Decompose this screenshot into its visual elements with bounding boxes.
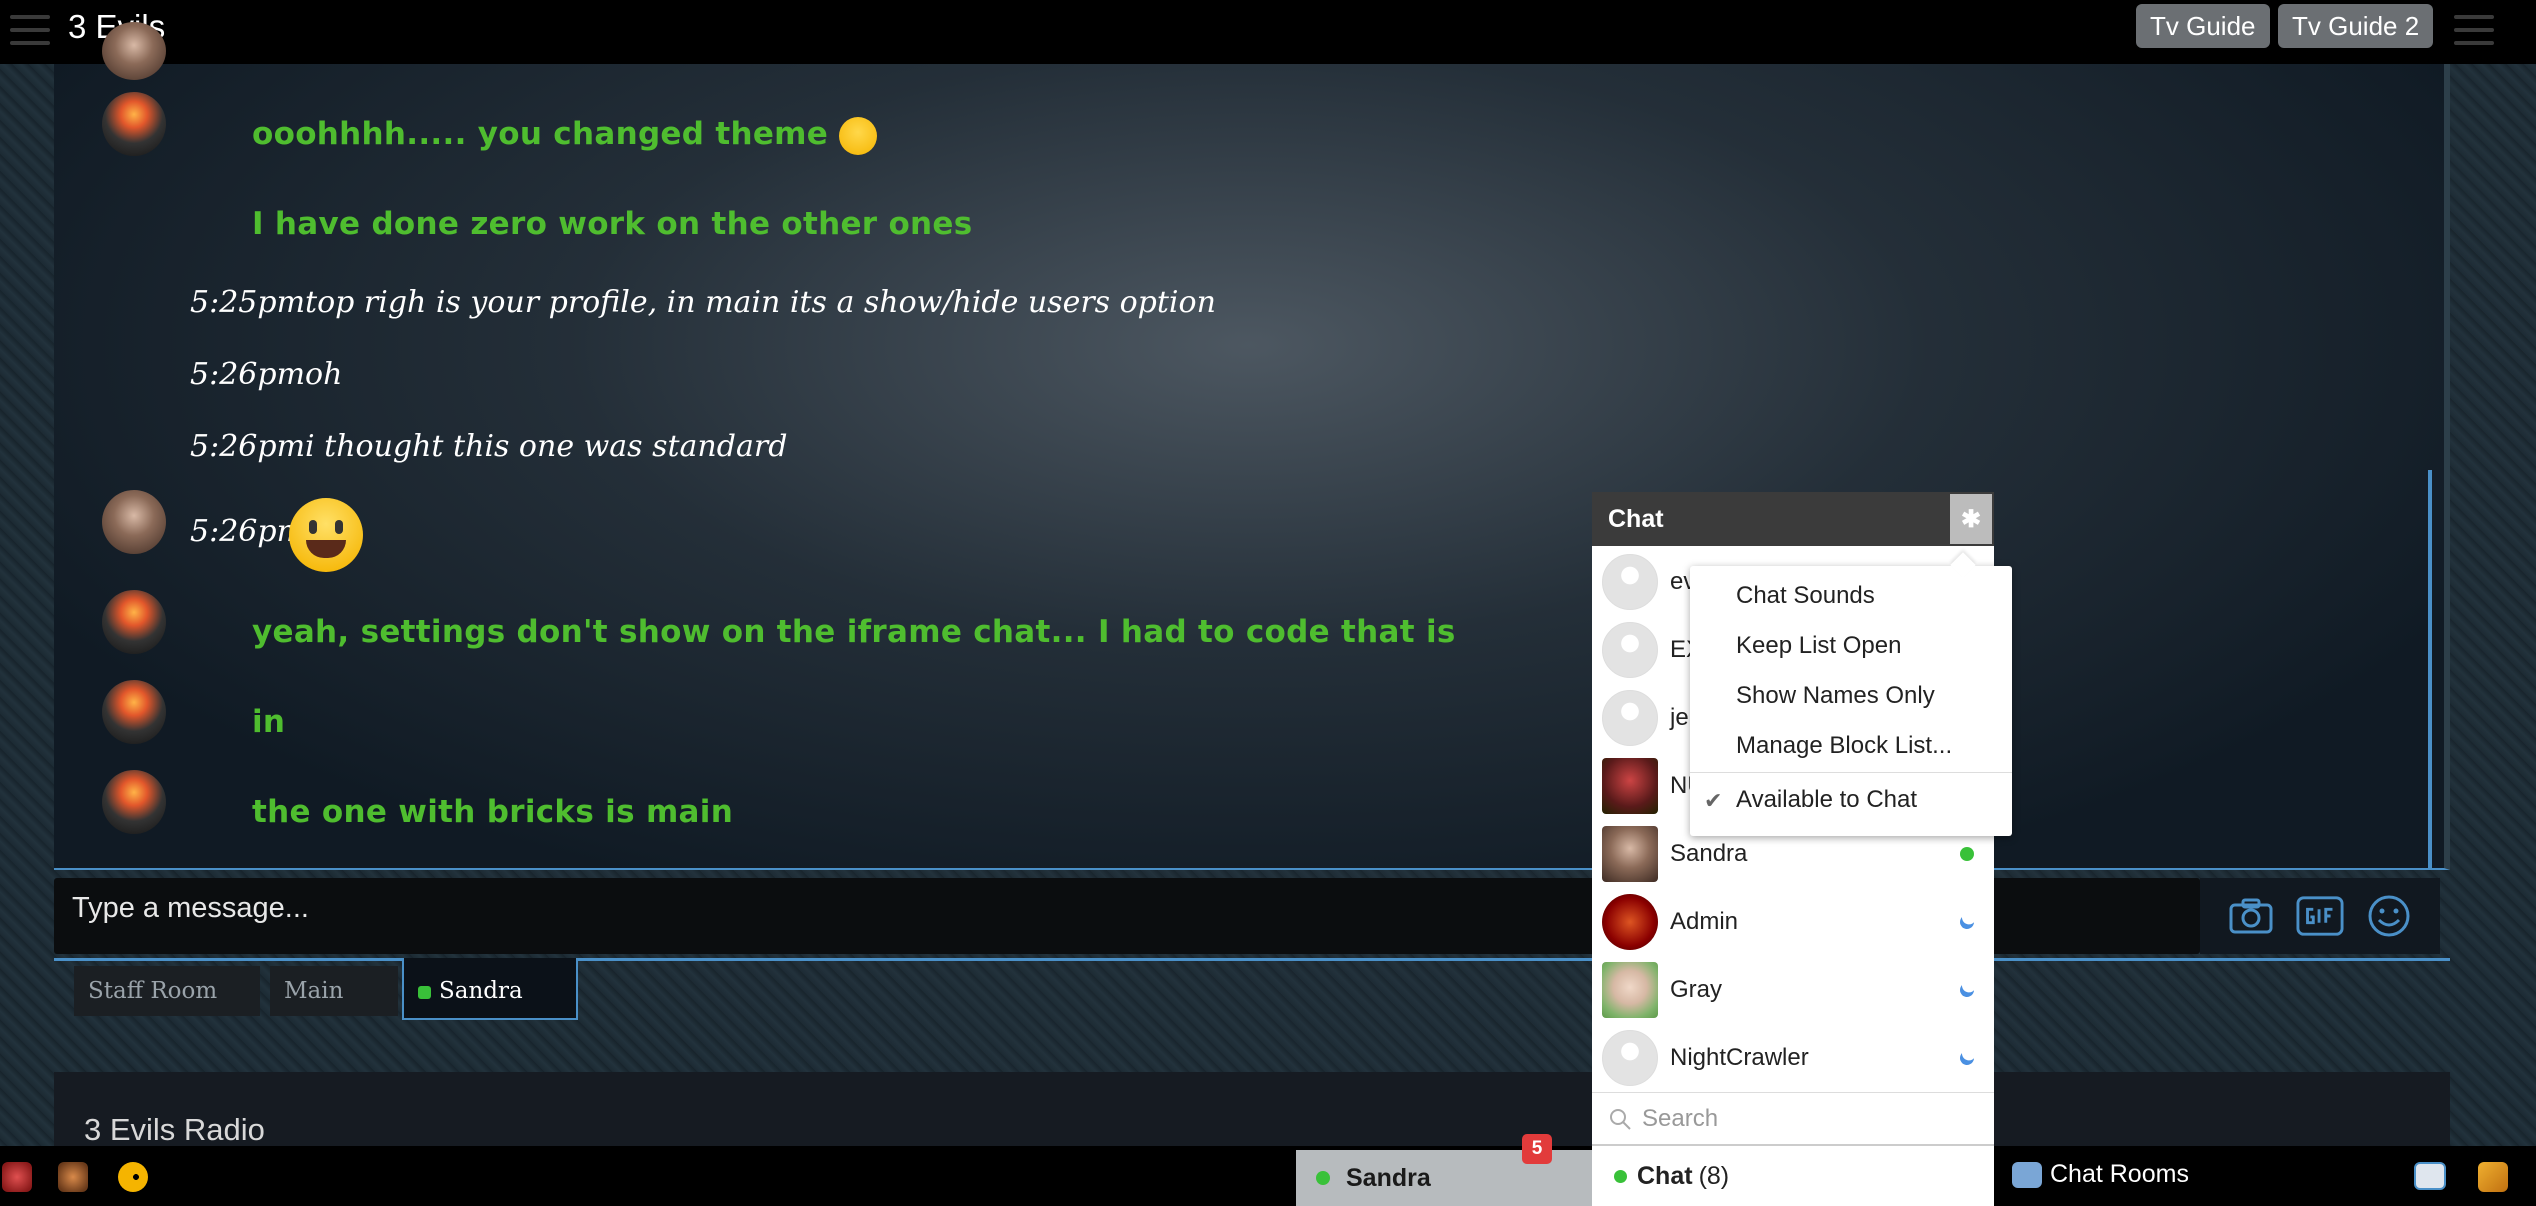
radio-panel: 3 Evils Radio [54, 1072, 2450, 1147]
away-moon-icon [1957, 1048, 1976, 1067]
contact-item[interactable]: NightCrawler [1592, 1024, 1994, 1092]
app-icon[interactable] [2, 1162, 32, 1192]
unread-badge: 5 [1522, 1134, 1552, 1164]
tab-sandra[interactable]: Sandra [402, 958, 578, 1020]
laughing-emoji-icon [839, 116, 878, 155]
avatar [1602, 894, 1658, 950]
contact-search [1592, 1092, 1994, 1144]
chat-message: in [252, 704, 286, 740]
user-avatar[interactable] [102, 92, 166, 156]
scrollbar[interactable] [2428, 470, 2432, 870]
tv-guide-2-button[interactable]: Tv Guide 2 [2278, 4, 2434, 48]
tab-staff-room[interactable]: Staff Room [74, 966, 260, 1016]
online-status-icon [418, 985, 431, 999]
menu-item-keep-list-open[interactable]: Keep List Open [1736, 632, 1901, 660]
user-avatar[interactable] [102, 680, 166, 744]
contact-name: Gray [1670, 976, 1723, 1003]
avatar [1602, 1030, 1658, 1086]
contact-item[interactable]: Gray [1592, 956, 1994, 1024]
chat-rooms-button[interactable]: Chat Rooms [2012, 1160, 2189, 1189]
contact-name: je [1670, 704, 1689, 731]
chat-sidebar-header[interactable]: Chat ✱ [1592, 492, 1994, 546]
user-avatar[interactable] [102, 22, 166, 80]
gif-icon[interactable] [2296, 894, 2344, 938]
smiley-emoji-icon [289, 498, 363, 572]
menu-item-chat-sounds[interactable]: Chat Sounds [1736, 582, 1875, 610]
gear-icon[interactable]: ✱ [1950, 494, 1992, 544]
contact-name: Sandra [1670, 840, 1748, 867]
menu-item-available-to-chat[interactable]: Available to Chat [1736, 786, 1917, 814]
online-status-icon [1614, 1169, 1627, 1183]
chat-bubbles-icon [2012, 1161, 2042, 1188]
away-moon-icon [1957, 912, 1976, 931]
tv-guide-button[interactable]: Tv Guide [2136, 4, 2270, 48]
menu-divider [1690, 772, 2012, 773]
menu-item-show-names-only[interactable]: Show Names Only [1736, 682, 1935, 710]
chat-rooms-label: Chat Rooms [2050, 1160, 2189, 1188]
top-bar: 3 Evils Tv Guide Tv Guide 2 [0, 0, 2536, 64]
tab-main[interactable]: Main [270, 966, 398, 1016]
chat-message: 5:26pm [190, 514, 306, 549]
avatar [1602, 554, 1658, 610]
online-count: (8) [1698, 1161, 1730, 1190]
avatar [1602, 622, 1658, 678]
chat-message: yeah, settings don't show on the iframe … [252, 614, 1456, 650]
user-avatar[interactable] [102, 770, 166, 834]
hammer-icon[interactable] [2478, 1162, 2508, 1192]
emoji-icon[interactable] [2365, 894, 2413, 938]
camera-icon[interactable] [2227, 894, 2275, 938]
online-status-icon [1960, 847, 1974, 861]
pacman-icon[interactable] [118, 1162, 148, 1192]
chat-message: 5:26pmoh [190, 357, 343, 392]
chat-message: 5:25pmtop righ is your profile, in main … [190, 285, 1216, 320]
chat-messages-panel[interactable] [54, 64, 2450, 870]
checkmark-icon: ✔ [1704, 788, 1723, 813]
chat-footer-label: Chat [1637, 1161, 1693, 1190]
chat-message: 5:26pmi thought this one was standard [190, 429, 788, 464]
message-text: ooohhhh..... you changed theme [252, 116, 829, 152]
menu-item-manage-block-list[interactable]: Manage Block List... [1736, 732, 1952, 760]
online-status-icon [1316, 1171, 1330, 1185]
avatar [1602, 690, 1658, 746]
contact-name: NightCrawler [1670, 1044, 1809, 1071]
chat-message: ooohhhh..... you changed theme [252, 116, 878, 155]
radio-title: 3 Evils Radio [84, 1112, 265, 1147]
tab-label: Sandra [439, 978, 523, 1004]
avatar [1602, 962, 1658, 1018]
contact-name: Admin [1670, 908, 1739, 935]
contact-item[interactable]: Admin [1592, 888, 1994, 956]
avatar [1602, 826, 1658, 882]
chat-footer-toggle[interactable]: Chat (8) [1592, 1144, 1994, 1206]
search-icon [1610, 1108, 1631, 1130]
user-avatar[interactable] [102, 490, 166, 554]
away-moon-icon [1957, 980, 1976, 999]
menu-icon[interactable] [8, 12, 52, 48]
avatar [1602, 758, 1658, 814]
rss-icon[interactable] [2414, 1162, 2446, 1190]
chat-settings-menu: Chat Sounds Keep List Open Show Names On… [1690, 566, 2012, 836]
app-icon[interactable] [58, 1162, 88, 1192]
chat-message: I have done zero work on the other ones [252, 206, 973, 242]
chat-message: the one with bricks is main [252, 794, 734, 830]
composer-tools [2200, 878, 2440, 954]
chat-sidebar-title: Chat [1608, 504, 1664, 533]
user-avatar[interactable] [102, 590, 166, 654]
user-menu-icon[interactable] [2452, 12, 2496, 48]
chat-tab-label: Sandra [1346, 1163, 1431, 1192]
search-input[interactable] [1642, 1104, 1942, 1133]
